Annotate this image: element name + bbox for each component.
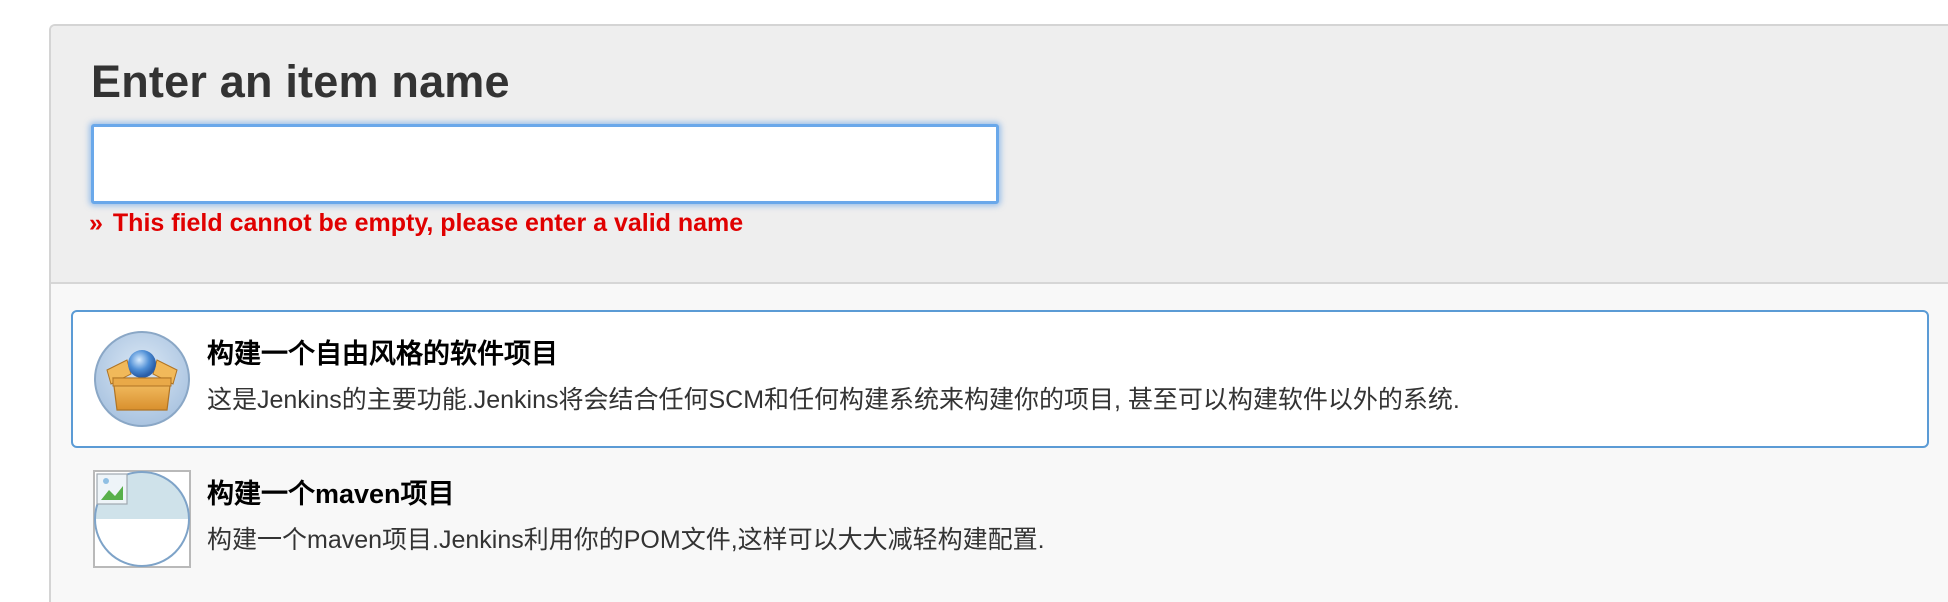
item-type-freestyle[interactable]: 构建一个自由风格的软件项目 这是Jenkins的主要功能.Jenkins将会结合…	[71, 310, 1929, 448]
item-type-maven[interactable]: 构建一个maven项目 构建一个maven项目.Jenkins利用你的POM文件…	[71, 450, 1929, 588]
error-message: This field cannot be empty, please enter…	[112, 209, 744, 237]
item-type-name: 构建一个maven项目	[207, 479, 455, 509]
broken-image-icon	[93, 470, 191, 568]
item-type-description: 这是Jenkins的主要功能.Jenkins将会结合任何SCM和任何构建系统来构…	[207, 386, 1460, 414]
validation-error: » This field cannot be empty, please ente…	[89, 209, 743, 238]
item-name-input[interactable]	[91, 124, 999, 204]
page-title: Enter an item name	[91, 56, 510, 107]
item-name-section: Enter an item name » This field cannot be…	[51, 26, 1948, 284]
item-type-name: 构建一个自由风格的软件项目	[207, 339, 558, 369]
new-item-panel: Enter an item name » This field cannot be…	[49, 24, 1948, 602]
error-chevron-icon: »	[89, 209, 103, 237]
item-type-description: 构建一个maven项目.Jenkins利用你的POM文件,这样可以大大减轻构建配…	[207, 526, 1045, 554]
freestyle-box-icon	[93, 330, 191, 428]
